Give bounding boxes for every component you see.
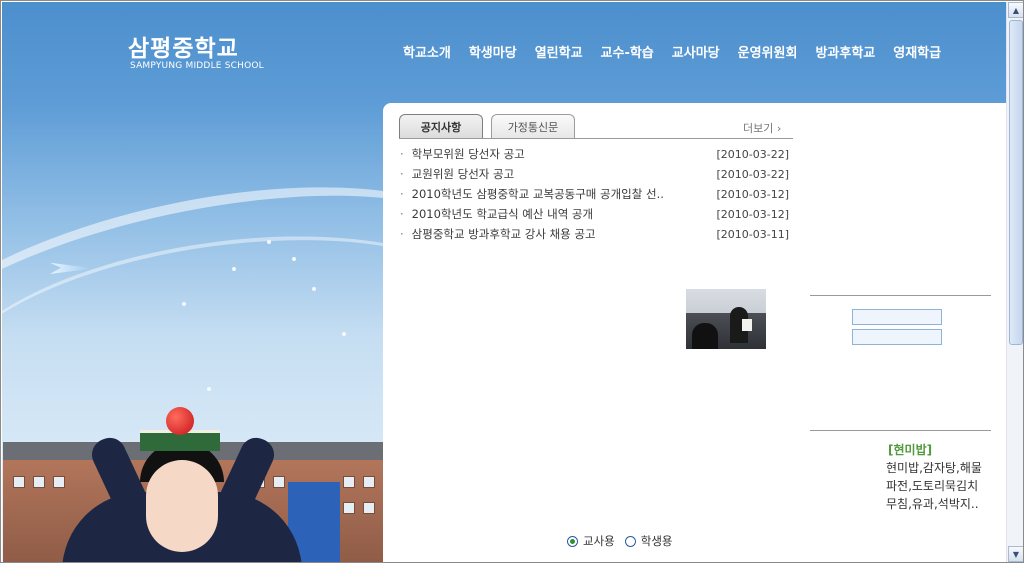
nav-item-teaching[interactable]: 교수-학습 xyxy=(592,42,663,61)
sparkle xyxy=(232,267,236,271)
notice-title: 학부모위원 당선자 공고 xyxy=(399,146,525,162)
divider xyxy=(810,295,991,296)
list-item[interactable]: 2010학년도 삼평중학교 교복공동구매 공개입찰 선.. [2010-03-1… xyxy=(399,184,793,204)
more-link[interactable]: 더보기 › xyxy=(743,120,781,136)
list-item[interactable]: 2010학년도 학교급식 예산 내역 공개 [2010-03-12] xyxy=(399,204,793,224)
tab-divider xyxy=(399,138,793,139)
user-type-selector: 교사용 학생용 xyxy=(567,533,673,549)
classroom-photo[interactable] xyxy=(686,289,766,349)
radio-student-label: 학생용 xyxy=(640,534,673,548)
meal-menu: 현미밥,감자탕,해물파전,도토리묵김치무침,유과,석박지.. xyxy=(886,461,982,511)
nav-item-after-school[interactable]: 방과후학교 xyxy=(806,42,884,61)
notice-date: [2010-03-12] xyxy=(716,187,789,201)
school-logo[interactable]: 삼평중학교 xyxy=(128,29,239,63)
student-image xyxy=(42,432,322,562)
radio-student[interactable]: 학생용 xyxy=(624,533,673,549)
tab-newsletter[interactable]: 가정통신문 xyxy=(491,114,575,138)
nav-item-open-school[interactable]: 열린학교 xyxy=(526,42,592,61)
notice-title: 2010학년도 학교급식 예산 내역 공개 xyxy=(399,206,593,222)
content-panel: 공지사항 가정통신문 더보기 › 학부모위원 당선자 공고 [2010-03-2… xyxy=(383,103,1006,562)
scroll-thumb[interactable] xyxy=(1009,20,1023,345)
nav-item-committee[interactable]: 운영위원회 xyxy=(729,42,807,61)
sparkle xyxy=(182,302,186,306)
nav-item-teachers[interactable]: 교사마당 xyxy=(663,42,729,61)
radio-teacher-button[interactable] xyxy=(567,535,578,547)
notice-title: 교원위원 당선자 공고 xyxy=(399,166,515,182)
radio-student-button[interactable] xyxy=(624,535,636,547)
notice-date: [2010-03-22] xyxy=(716,167,789,181)
main-navigation: 학교소개 학생마당 열린학교 교수-학습 교사마당 운영위원회 방과후학교 영재… xyxy=(394,42,950,61)
school-logo-english: SAMPYUNG MIDDLE SCHOOL xyxy=(130,61,264,71)
browser-frame: 삼평중학교 SAMPYUNG MIDDLE SCHOOL 학교소개 학생마당 열… xyxy=(0,0,1024,563)
login-password-input[interactable] xyxy=(852,329,942,345)
scroll-down-icon[interactable]: ▼ xyxy=(1008,546,1023,562)
radio-teacher[interactable]: 교사용 xyxy=(567,533,615,549)
sparkle xyxy=(207,387,211,391)
apple-image xyxy=(166,407,194,435)
sparkle xyxy=(267,240,271,244)
nav-item-gifted[interactable]: 영재학급 xyxy=(884,42,950,61)
notice-title: 삼평중학교 방과후학교 강사 채용 공고 xyxy=(399,226,596,242)
scroll-up-icon[interactable]: ▲ xyxy=(1008,2,1023,18)
notice-date: [2010-03-11] xyxy=(716,227,789,241)
list-item[interactable]: 교원위원 당선자 공고 [2010-03-22] xyxy=(399,164,793,184)
sparkle xyxy=(312,287,316,291)
sparkle xyxy=(292,257,296,261)
notice-title: 2010학년도 삼평중학교 교복공동구매 공개입찰 선.. xyxy=(399,186,664,202)
list-item[interactable]: 학부모위원 당선자 공고 [2010-03-22] xyxy=(399,144,793,164)
list-item[interactable]: 삼평중학교 방과후학교 강사 채용 공고 [2010-03-11] xyxy=(399,224,793,244)
nav-item-students[interactable]: 학생마당 xyxy=(460,42,526,61)
board-tabs: 공지사항 가정통신문 xyxy=(399,114,583,138)
notice-date: [2010-03-12] xyxy=(716,207,789,221)
notice-date: [2010-03-22] xyxy=(716,147,789,161)
login-id-input[interactable] xyxy=(852,309,942,325)
nav-item-about[interactable]: 학교소개 xyxy=(394,42,460,61)
sparkle xyxy=(342,332,346,336)
notice-list: 학부모위원 당선자 공고 [2010-03-22] 교원위원 당선자 공고 [2… xyxy=(399,144,793,244)
meal-heading: [현미밥] xyxy=(888,443,933,457)
vertical-scrollbar[interactable]: ▲ ▼ xyxy=(1006,2,1023,562)
divider xyxy=(810,430,991,431)
radio-teacher-label: 교사용 xyxy=(583,534,615,548)
tab-notices[interactable]: 공지사항 xyxy=(399,114,483,138)
